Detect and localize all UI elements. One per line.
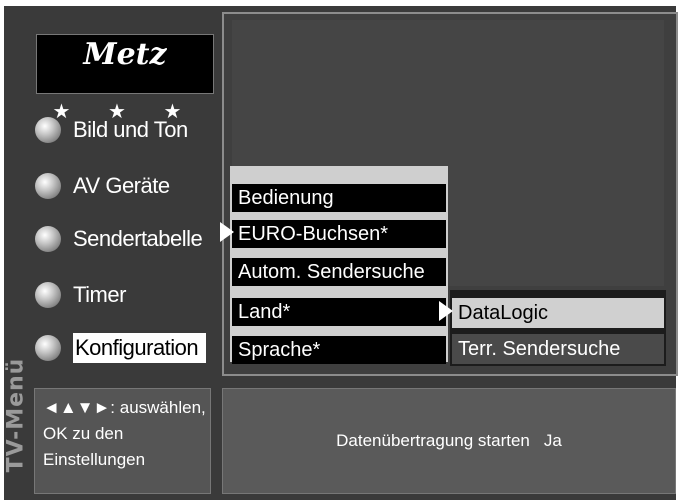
menu-item-sendertabelle[interactable]: Sendertabelle bbox=[35, 222, 203, 256]
metz-logo: Metz ★ ★ ★ bbox=[36, 34, 214, 123]
menu-ball-icon bbox=[35, 173, 61, 199]
menu-item-label: Konfiguration bbox=[73, 333, 207, 363]
menu-item-label: AV Geräte bbox=[73, 173, 170, 198]
menu-item-label: Bild und Ton bbox=[73, 117, 188, 142]
menu-item-bild-und-ton[interactable]: Bild und Ton bbox=[35, 113, 188, 147]
submenu-item-land[interactable]: Land* bbox=[232, 298, 446, 326]
menu-item-label: Sendertabelle bbox=[73, 226, 203, 251]
menu-ball-icon bbox=[35, 117, 61, 143]
menu-item-label: Timer bbox=[73, 282, 126, 307]
logo-wordmark: Metz bbox=[83, 37, 167, 72]
status-label: Datenübertragung starten bbox=[336, 431, 530, 450]
help-line-3: Einstellungen bbox=[43, 450, 146, 469]
help-line-1: ◄▲▼►: auswählen, bbox=[43, 398, 206, 417]
submenu-item-euro-buchsen[interactable]: EURO-Buchsen* bbox=[232, 220, 446, 248]
status-box: Datenübertragung starten Ja bbox=[222, 388, 676, 494]
menu-item-konfiguration[interactable]: Konfiguration bbox=[35, 331, 207, 365]
submenu-item-sprache[interactable]: Sprache* bbox=[232, 336, 446, 364]
menu-ball-icon bbox=[35, 282, 61, 308]
menu-item-av-geraete[interactable]: AV Geräte bbox=[35, 169, 170, 203]
menu-item-timer[interactable]: Timer bbox=[35, 278, 126, 312]
sub-submenu-pointer-icon bbox=[439, 301, 453, 321]
help-line-2: OK zu den bbox=[43, 424, 124, 443]
side-label: TV-Menü bbox=[3, 330, 29, 500]
submenu-item-bedienung[interactable]: Bedienung bbox=[232, 184, 446, 212]
menu-ball-icon bbox=[35, 226, 61, 252]
help-box: ◄▲▼►: auswählen, OK zu den Einstellungen bbox=[34, 388, 211, 494]
status-row: Datenübertragung starten Ja bbox=[223, 389, 675, 493]
side-label-text: TV-Menü bbox=[3, 357, 29, 473]
sub-submenu-item-datalogic[interactable]: DataLogic bbox=[452, 298, 664, 328]
submenu-pointer-icon bbox=[220, 222, 234, 242]
sub-submenu-item-terr-sendersuche[interactable]: Terr. Sendersuche bbox=[452, 334, 664, 364]
menu-ball-icon bbox=[35, 335, 61, 361]
status-value[interactable]: Ja bbox=[544, 431, 562, 451]
submenu-item-autom-sendersuche[interactable]: Autom. Sendersuche bbox=[232, 258, 446, 286]
tv-menu-screen: TV-Menü Metz ★ ★ ★ Bild und Ton AV Gerät… bbox=[0, 0, 678, 504]
